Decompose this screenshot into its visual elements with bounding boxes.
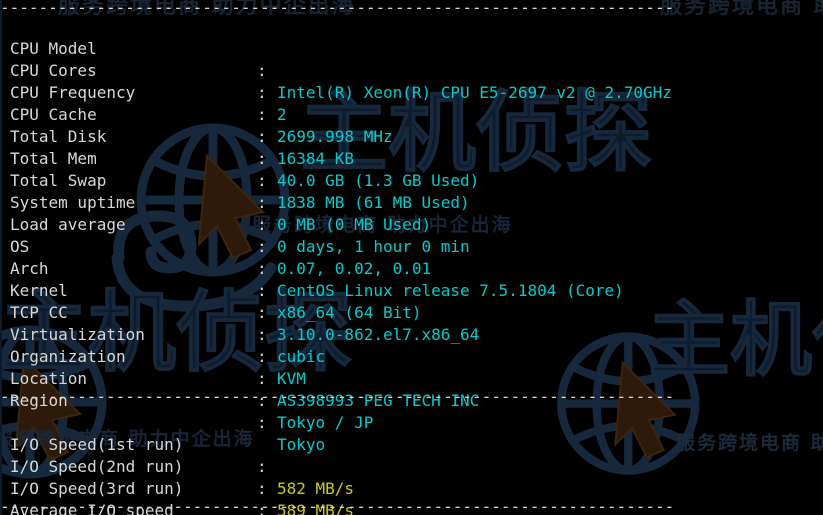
table-row: CPU Frequency : 2699.998 MHz bbox=[0, 60, 823, 146]
table-row: I/O Speed(3rd run) : 580 MB/s bbox=[0, 456, 823, 515]
table-row: I/O Speed(1st run) : 582 MB/s bbox=[0, 412, 823, 498]
separator-middle: ----------------------------------------… bbox=[0, 390, 823, 412]
table-row: Total Mem : 1838 MB (61 MB Used) bbox=[0, 126, 823, 212]
table-row: Total Swap : 0 MB (0 MB Used) bbox=[0, 148, 823, 234]
table-row: I/O Speed(2nd run) : 589 MB/s bbox=[0, 434, 823, 515]
separator-middle-dashes: ----------------------------------------… bbox=[0, 390, 675, 406]
table-row: CPU Model : Intel(R) Xeon(R) CPU E5-2697… bbox=[0, 16, 823, 102]
window-left-border bbox=[0, 0, 2, 515]
terminal-output: ----------------------------------------… bbox=[0, 0, 823, 515]
separator-bottom-dashes: ----------------------------------------… bbox=[0, 500, 675, 515]
table-row: Virtualization : KVM bbox=[0, 302, 823, 388]
table-row: CPU Cores : 2 bbox=[0, 38, 823, 124]
separator-top-dashes: ----------------------------------------… bbox=[0, 0, 675, 16]
separator-bottom: ----------------------------------------… bbox=[0, 500, 823, 515]
table-row: Kernel : 3.10.0-862.el7.x86_64 bbox=[0, 258, 823, 344]
table-row: OS : CentOS Linux release 7.5.1804 (Core… bbox=[0, 214, 823, 300]
terminal-window: 服务跨境电商 助力中企出海 服务跨境电商 助力中企出海 主机侦探 服务跨境电商 bbox=[0, 0, 823, 515]
table-row: TCP CC : cubic bbox=[0, 280, 823, 366]
table-row: Average I/O speed : 583.7 MB/s bbox=[0, 478, 823, 515]
table-row: System uptime : 0 days, 1 hour 0 min bbox=[0, 170, 823, 256]
table-row: Arch : x86_64 (64 Bit) bbox=[0, 236, 823, 322]
table-row: Location : Tokyo / JP bbox=[0, 346, 823, 432]
table-row: Organization : AS398993 PEG TECH INC bbox=[0, 324, 823, 410]
table-row: Load average : 0.07, 0.02, 0.01 bbox=[0, 192, 823, 278]
table-row: Region : Tokyo bbox=[0, 368, 823, 454]
separator-top: ----------------------------------------… bbox=[0, 0, 823, 16]
table-row: Total Disk : 40.0 GB (1.3 GB Used) bbox=[0, 104, 823, 190]
table-row: CPU Cache : 16384 KB bbox=[0, 82, 823, 168]
